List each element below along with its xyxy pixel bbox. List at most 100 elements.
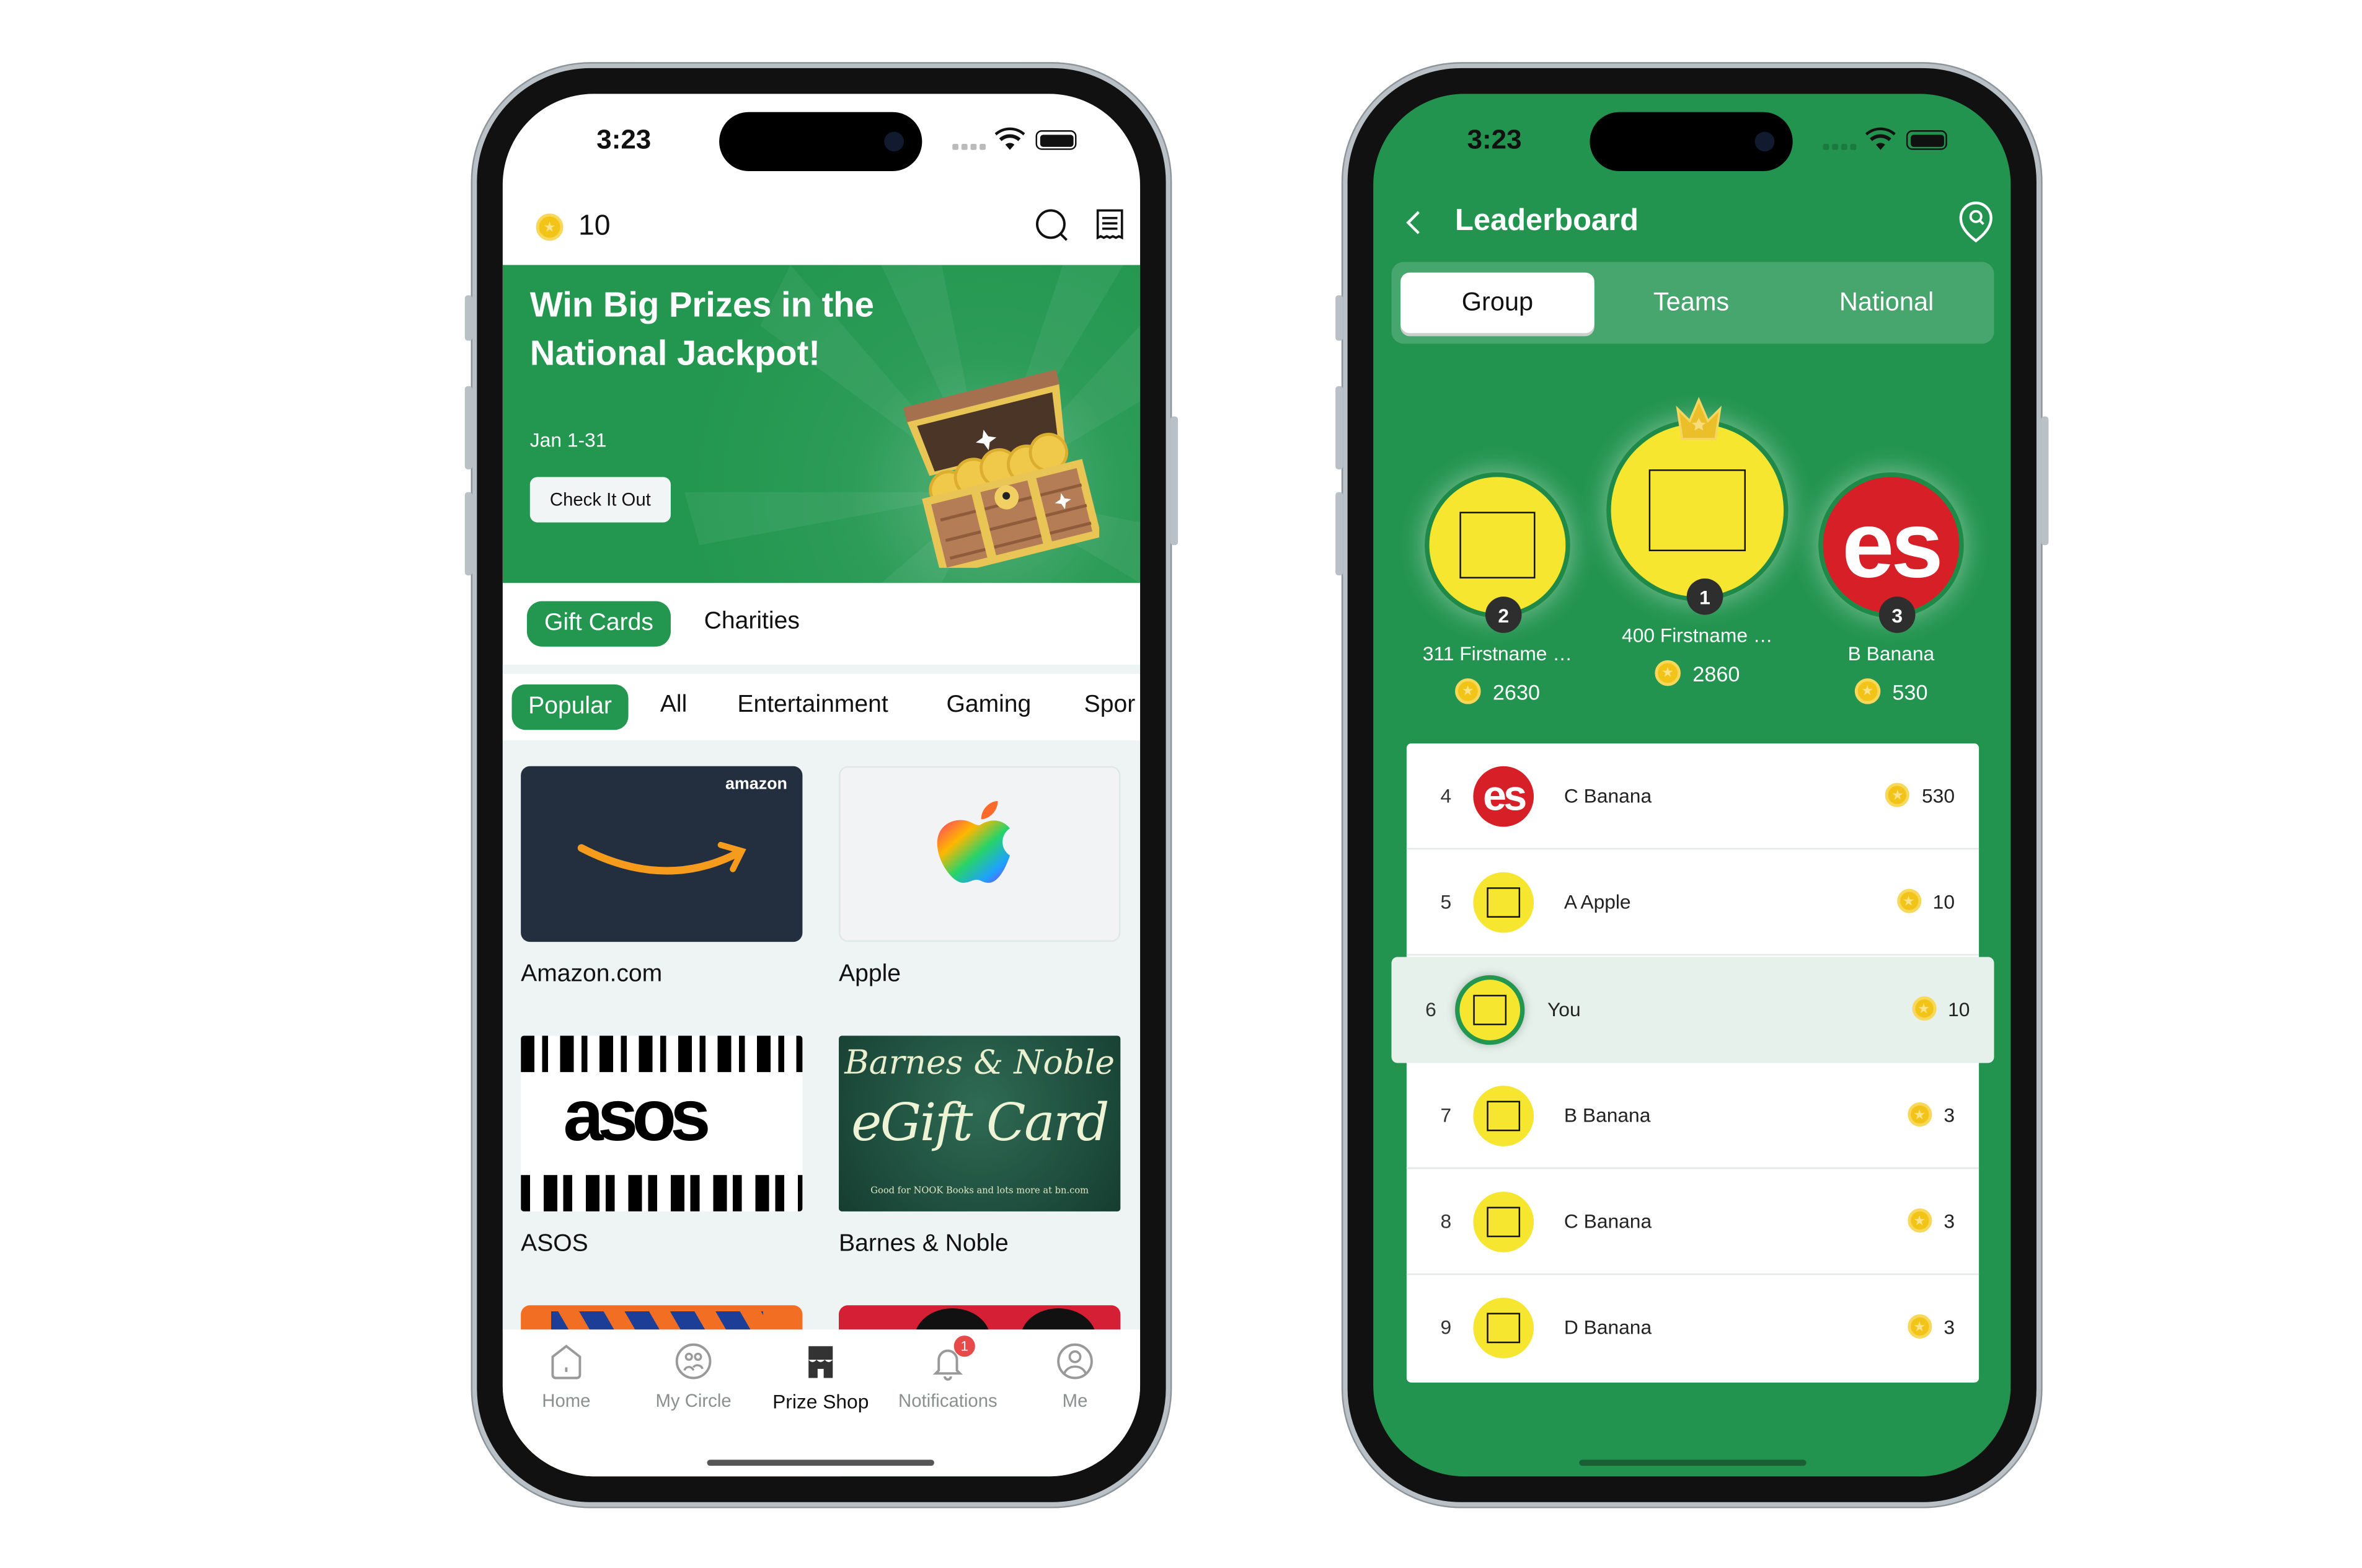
battery-icon (1906, 130, 1947, 150)
gift-card-grid-bg (502, 665, 1141, 1331)
my-circle-icon (675, 1343, 712, 1380)
segment-teams[interactable]: Teams (1595, 273, 1789, 334)
tab-home[interactable]: Home (503, 1342, 630, 1411)
wifi-icon (1865, 127, 1896, 150)
bn-logo: Barnes & Noble (844, 1045, 1115, 1083)
coin-count: 10 (578, 210, 611, 242)
filter-entertainment[interactable]: Entertainment (737, 692, 888, 719)
gift-card-amazon[interactable]: amazon (521, 766, 803, 942)
bn-fineprint: Good for NOOK Books and lots more at bn.… (870, 1185, 1089, 1197)
podium-3-avatar[interactable]: es (1818, 472, 1964, 618)
leaderboard-row-current-user[interactable]: 6 You ★ 10 (1391, 957, 1994, 1063)
tab-label: Prize Shop (772, 1390, 869, 1413)
filter-all[interactable]: All (660, 692, 687, 719)
coin-icon: ★ (1885, 782, 1910, 807)
avatar (1455, 975, 1525, 1045)
avatar: es (1473, 766, 1534, 827)
points-value: 3 (1944, 1209, 1955, 1232)
segment-national[interactable]: National (1790, 273, 1984, 334)
rank: 4 (1440, 784, 1452, 807)
segment-group[interactable]: Group (1400, 272, 1595, 334)
gift-card-name: Barnes & Noble (839, 1231, 1009, 1257)
podium-points: ★ 2630 (1422, 678, 1573, 704)
points-value: 530 (1892, 679, 1928, 704)
stage: 3:23 ★ 10 Win Big Prizes in the National… (0, 0, 2362, 1567)
prize-shop-screen: 3:23 ★ 10 Win Big Prizes in the National… (502, 94, 1141, 1477)
leaderboard-row[interactable]: 5 A Apple ★ 10 (1406, 849, 1979, 956)
tab-gift-cards[interactable]: Gift Cards (526, 601, 671, 647)
battery-icon (1035, 130, 1077, 150)
gift-card-apple[interactable] (839, 766, 1121, 942)
filter-gaming[interactable]: Gaming (946, 692, 1031, 719)
leaderboard-row[interactable]: 7 B Banana ★ 3 (1406, 1063, 1979, 1169)
leaderboard-row[interactable]: 8 C Banana ★ 3 (1406, 1169, 1979, 1275)
asos-logo: asos (563, 1076, 711, 1157)
podium-1-avatar[interactable] (1606, 419, 1789, 601)
coin-icon: ★ (1907, 1314, 1932, 1339)
treasure-chest-icon (903, 369, 1100, 568)
gift-card-name: Apple (839, 961, 901, 988)
tab-label: My Circle (655, 1390, 732, 1412)
name: B Banana (1564, 1104, 1651, 1127)
points: ★ 3 (1907, 1208, 1955, 1233)
leaderboard-segmented-control: Group Teams National (1391, 262, 1994, 344)
points-value: 10 (1948, 997, 1970, 1020)
home-indicator[interactable] (1579, 1459, 1807, 1466)
points-value: 2860 (1692, 661, 1740, 686)
tab-prize-shop[interactable]: Prize Shop (757, 1342, 884, 1413)
avatar (1473, 1298, 1534, 1358)
tab-notifications[interactable]: 1 Notifications (884, 1335, 1011, 1412)
points-value: 530 (1922, 783, 1955, 807)
points-value: 3 (1944, 1315, 1955, 1338)
home-indicator[interactable] (707, 1459, 934, 1466)
filter-sports[interactable]: Spor (1084, 692, 1136, 719)
leaderboard-row[interactable]: 9 D Banana ★ 3 (1407, 1275, 1979, 1381)
coin-icon: ★ (1911, 996, 1936, 1021)
coin-icon: ★ (1454, 678, 1481, 704)
back-chevron-icon[interactable] (1404, 209, 1425, 236)
location-search-icon[interactable] (1958, 202, 1994, 244)
profile-icon (1057, 1343, 1093, 1380)
coin-icon: ★ (536, 213, 564, 241)
rank: 5 (1440, 890, 1452, 913)
tab-my-circle[interactable]: My Circle (630, 1342, 757, 1411)
check-it-out-button[interactable]: Check It Out (529, 477, 671, 523)
filter-popular[interactable]: Popular (511, 684, 629, 730)
leaderboard-row[interactable]: 4 es C Banana ★ 530 (1406, 743, 1979, 850)
points-value: 10 (1932, 889, 1955, 913)
coin-icon: ★ (1896, 888, 1921, 913)
points-value: 2630 (1492, 679, 1541, 704)
podium-name: 311 Firstname … (1422, 642, 1573, 665)
podium-2-avatar[interactable] (1425, 472, 1570, 618)
points: ★ 10 (1896, 888, 1955, 913)
name: D Banana (1564, 1316, 1652, 1339)
bottom-tab-bar: Home My Circle Prize Shop 1 Notification… (502, 1329, 1141, 1477)
tab-me[interactable]: Me (1011, 1342, 1138, 1411)
gift-card-name: ASOS (521, 1231, 588, 1257)
coin-icon: ★ (1907, 1208, 1932, 1233)
tab-label: Home (542, 1390, 591, 1412)
gift-card-barnes-noble[interactable]: Barnes & Noble eGift Card Good for NOOK … (839, 1035, 1121, 1211)
rank: 9 (1440, 1316, 1452, 1339)
rank-badge: 3 (1878, 596, 1916, 633)
tab-label: Notifications (898, 1390, 997, 1412)
podium-name: 400 Firstname … (1622, 624, 1773, 647)
search-icon[interactable] (1034, 208, 1071, 244)
coin-icon: ★ (1854, 678, 1880, 704)
receipt-icon[interactable] (1095, 208, 1125, 241)
tab-charities[interactable]: Charities (704, 609, 800, 636)
rank-badge: 2 (1485, 596, 1522, 633)
podium-points: ★ 530 (1815, 678, 1966, 704)
gift-card-asos[interactable]: asos (521, 1035, 803, 1211)
podium-points: ★ 2860 (1622, 660, 1773, 686)
rank: 6 (1425, 998, 1436, 1021)
phone-prize-shop: 3:23 ★ 10 Win Big Prizes in the National… (464, 63, 1179, 1507)
name: A Apple (1564, 890, 1631, 913)
name: C Banana (1564, 1210, 1652, 1233)
coin-icon: ★ (1907, 1102, 1932, 1127)
jackpot-banner[interactable]: Win Big Prizes in the National Jackpot! … (502, 265, 1141, 583)
avatar (1473, 1086, 1534, 1146)
rank: 7 (1440, 1104, 1452, 1127)
rank: 8 (1440, 1210, 1452, 1233)
amazon-logo: amazon (725, 775, 787, 794)
